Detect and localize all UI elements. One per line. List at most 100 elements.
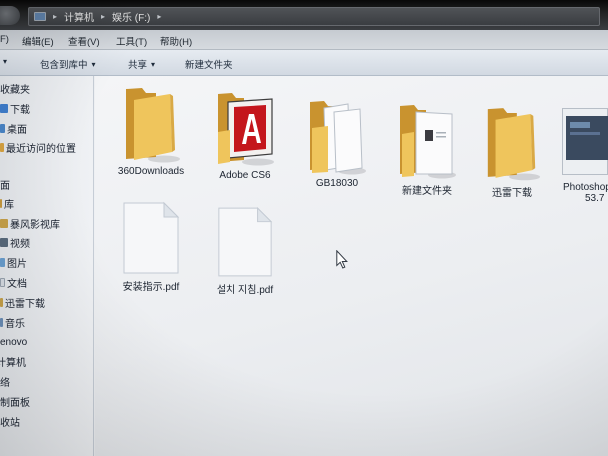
folder-gb18030[interactable]: GB18030 bbox=[296, 96, 378, 189]
file-install-guide-kr-pdf[interactable]: 설치 지침.pdf bbox=[204, 205, 286, 296]
nav-item-favorites[interactable]: 收藏夹 bbox=[0, 80, 30, 96]
nav-item-label: 面 bbox=[0, 180, 10, 192]
folder-360downloads[interactable]: 360Downloads bbox=[108, 84, 194, 177]
file-photoshop[interactable]: Photoshop 53.7 bbox=[560, 108, 608, 204]
music-library-icon bbox=[0, 317, 3, 327]
nav-item-label: 文档 bbox=[7, 278, 27, 290]
nav-item-label: 计算机 bbox=[0, 357, 26, 369]
file-name: 迅雷下载 bbox=[492, 188, 532, 199]
cursor-arrow bbox=[336, 250, 348, 269]
document-fold bbox=[257, 206, 273, 223]
nav-item-label: 收藏夹 bbox=[0, 84, 30, 96]
nav-item-recent-places[interactable]: 最近访问的位置 bbox=[0, 139, 76, 155]
nav-item-music[interactable]: 音乐 bbox=[0, 314, 25, 330]
document-line bbox=[436, 132, 446, 134]
breadcrumb-separator[interactable]: ▸ bbox=[53, 12, 57, 21]
nav-item-label: 迅雷下载 bbox=[5, 298, 45, 310]
file-name: 설치 지침.pdf bbox=[216, 285, 274, 296]
computer-icon bbox=[34, 12, 46, 21]
file-name: Photoshop bbox=[563, 182, 608, 193]
nav-item-label: 络 bbox=[0, 377, 10, 389]
download-folder-icon bbox=[0, 103, 8, 113]
nav-item-label: 库 bbox=[4, 199, 14, 211]
nav-item-label: 图片 bbox=[7, 258, 27, 270]
document-thumbnail bbox=[425, 130, 433, 141]
pictures-library-icon bbox=[0, 257, 5, 267]
nav-item-label: 收站 bbox=[0, 417, 20, 429]
document-fold bbox=[163, 201, 180, 218]
nav-item-label: 音乐 bbox=[5, 318, 25, 330]
nav-item-label: 桌面 bbox=[7, 124, 27, 136]
document-sheet bbox=[333, 108, 363, 173]
desktop-icon bbox=[0, 123, 5, 133]
button-label: 共享 bbox=[128, 60, 148, 71]
thumbnail-detail bbox=[570, 132, 600, 135]
address-bar[interactable]: ▸ 计算机 ▸ 娱乐 (F:) ▸ bbox=[28, 7, 600, 26]
folder-front bbox=[402, 132, 414, 177]
folder-icon bbox=[126, 88, 180, 163]
menu-file[interactable]: F) bbox=[0, 34, 9, 45]
nav-item-videos[interactable]: 视频 bbox=[0, 234, 30, 250]
folder-xunlei-downloads[interactable]: 迅雷下载 bbox=[472, 104, 552, 199]
command-bar: ▾ 包含到库中 ▾ 共享 ▾ 新建文件夹 bbox=[0, 50, 608, 76]
file-name: Adobe CS6 bbox=[219, 170, 271, 181]
breadcrumb-drive[interactable]: 娱乐 (F:) bbox=[112, 9, 150, 24]
folder-front bbox=[312, 126, 328, 173]
nav-item-label: enovo bbox=[0, 336, 28, 348]
file-name-line2: 53.7 bbox=[585, 193, 605, 204]
nav-item-pictures[interactable]: 图片 bbox=[0, 254, 27, 270]
navigation-pane: 收藏夹 下载 桌面 最近访问的位置 面 库 暴风影视库 视频 图片 文档 迅雷下… bbox=[0, 76, 94, 456]
nav-item-desktop[interactable]: 桌面 bbox=[0, 120, 27, 136]
nav-item-control-panel[interactable]: 制面板 bbox=[0, 393, 30, 409]
nav-item-computer[interactable]: 计算机 bbox=[0, 353, 26, 369]
pdf-document-icon bbox=[218, 206, 273, 277]
menu-help[interactable]: 帮助(H) bbox=[160, 34, 192, 48]
back-button[interactable] bbox=[0, 6, 20, 25]
chevron-down-icon: ▾ bbox=[91, 59, 96, 69]
organize-button[interactable]: ▾ bbox=[3, 57, 7, 66]
nav-item-libraries[interactable]: 库 bbox=[0, 195, 14, 211]
nav-item-baofeng-library[interactable]: 暴风影视库 bbox=[0, 215, 60, 231]
explorer-window: ▸ 计算机 ▸ 娱乐 (F:) ▸ F) 编辑(E) 查看(V) 工具(T) 帮… bbox=[0, 0, 608, 456]
menu-edit[interactable]: 编辑(E) bbox=[22, 34, 54, 48]
file-name: GB18030 bbox=[315, 178, 359, 189]
folder-front bbox=[495, 113, 533, 178]
chevron-down-icon: ▾ bbox=[3, 57, 8, 66]
mouse-cursor-icon bbox=[336, 250, 348, 269]
icon-shadow bbox=[242, 158, 274, 166]
breadcrumb-computer[interactable]: 计算机 bbox=[64, 9, 94, 24]
menu-view[interactable]: 查看(V) bbox=[68, 34, 100, 48]
nav-item-recycle-bin[interactable]: 收站 bbox=[0, 413, 20, 429]
nav-item-label: 最近访问的位置 bbox=[6, 143, 76, 155]
nav-item-downloads[interactable]: 下载 bbox=[0, 100, 30, 116]
nav-item-xunlei-downloads[interactable]: 迅雷下载 bbox=[0, 294, 45, 310]
document-sheet bbox=[415, 111, 453, 175]
nav-item-network[interactable]: 络 bbox=[0, 373, 10, 389]
menu-tools[interactable]: 工具(T) bbox=[116, 34, 147, 48]
breadcrumb-separator[interactable]: ▸ bbox=[157, 12, 161, 21]
folder-adobe-cs6[interactable]: Adobe CS6 bbox=[204, 88, 286, 181]
breadcrumb-separator[interactable]: ▸ bbox=[101, 12, 105, 21]
nav-item-documents[interactable]: 文档 bbox=[0, 274, 27, 290]
pdf-document-icon bbox=[123, 201, 180, 274]
library-icon bbox=[0, 198, 2, 208]
file-install-guide-pdf[interactable]: 安装指示.pdf bbox=[108, 200, 194, 293]
button-label: 新建文件夹 bbox=[185, 60, 233, 71]
share-button[interactable]: 共享 ▾ bbox=[128, 57, 155, 72]
nav-item-label: 制面板 bbox=[0, 397, 30, 409]
folder-front bbox=[218, 130, 230, 164]
nav-item-user-lenovo[interactable]: enovo bbox=[0, 334, 27, 350]
include-in-library-button[interactable]: 包含到库中 ▾ bbox=[40, 57, 96, 72]
button-label: 包含到库中 bbox=[40, 60, 88, 71]
new-folder-button[interactable]: 新建文件夹 bbox=[185, 57, 233, 71]
folder-icon bbox=[487, 108, 541, 181]
folder-new-folder[interactable]: 新建文件夹 bbox=[386, 100, 468, 197]
thumbnail-detail bbox=[570, 122, 590, 128]
address-bar-area: ▸ 计算机 ▸ 娱乐 (F:) ▸ bbox=[0, 0, 608, 30]
nav-item-desktop-root[interactable]: 面 bbox=[0, 176, 10, 192]
file-name: 新建文件夹 bbox=[402, 186, 452, 197]
nav-item-label: 暴风影视库 bbox=[10, 219, 60, 231]
video-library-icon bbox=[0, 237, 8, 247]
folder-documents-icon bbox=[310, 101, 366, 175]
document-line bbox=[436, 136, 446, 138]
